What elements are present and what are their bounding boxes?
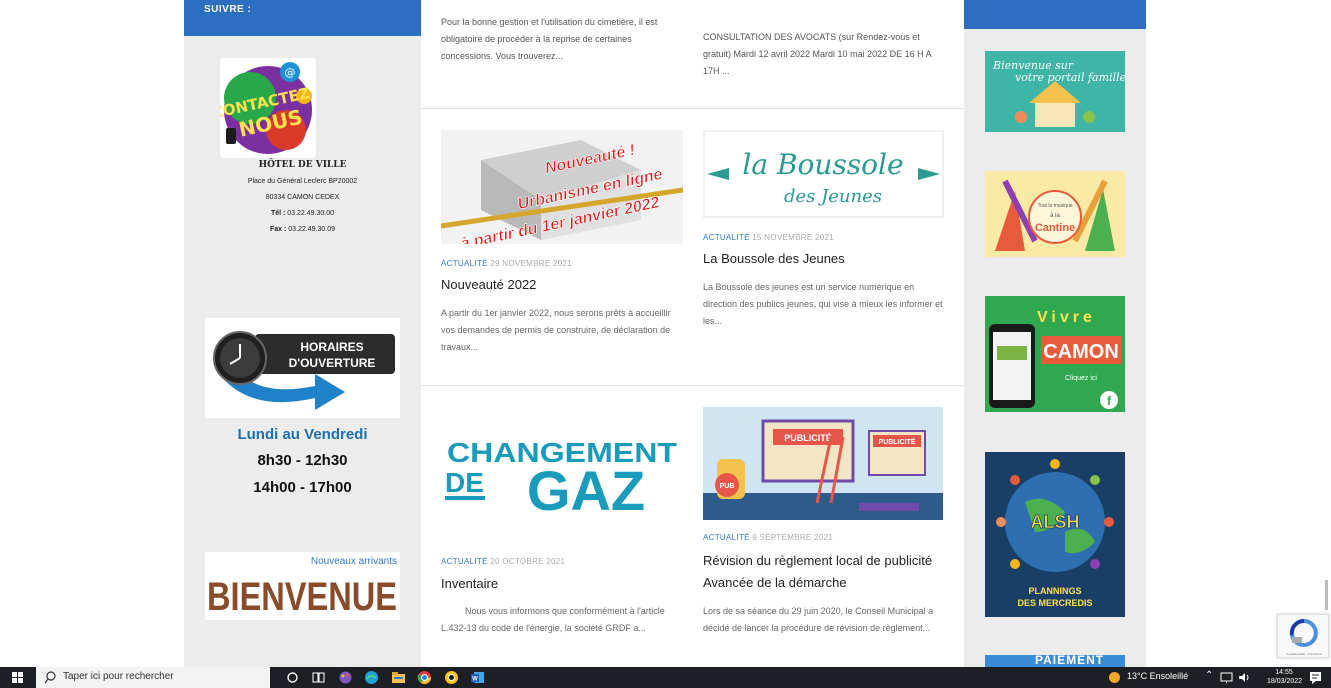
- cantine-line3: Cantine: [1035, 222, 1075, 234]
- article-excerpt: A partir du 1er janvier 2022, nous seron…: [441, 308, 671, 352]
- news-grid: Pour la bonne gestion et l'utilisation d…: [421, 0, 964, 667]
- chevron-up-icon[interactable]: ⌃: [1205, 670, 1213, 681]
- notifications-icon[interactable]: [1308, 670, 1323, 685]
- hotel-address-2: 80334 CAMON CEDEX: [265, 194, 340, 201]
- opening-days: Lundi au Vendredi: [237, 426, 368, 443]
- welcome-new-residents-banner[interactable]: Nouveaux arrivants BIENVENUE: [205, 552, 400, 620]
- camon-word: CAMON: [1043, 341, 1119, 363]
- search-icon: [44, 671, 56, 684]
- thumb-gaz-line3: GAZ: [527, 459, 645, 522]
- file-explorer-icon[interactable]: [391, 670, 406, 685]
- hotel-title: HÔTEL DE VILLE: [258, 160, 347, 170]
- follow-header: SUIVRE :: [184, 0, 421, 36]
- contact-us-logo[interactable]: @ CONTACTEZ NOUS: [220, 58, 316, 158]
- edge-icon[interactable]: [364, 670, 379, 685]
- page: SUIVRE : @ CONTACTEZ NOUS HÔTEL DE VILLE…: [0, 0, 1331, 688]
- article-title[interactable]: Inventaire: [441, 573, 686, 595]
- alsh-plannings-banner[interactable]: ALSH PLANNINGS DES MERCREDIS: [985, 452, 1125, 617]
- portal-line2: votre portail famille: [1015, 71, 1125, 84]
- chrome-canary-icon[interactable]: [444, 670, 459, 685]
- horaires-line2: D'OUVERTURE: [289, 356, 376, 370]
- row-divider: [421, 385, 964, 386]
- canteen-banner[interactable]: Tout la musique à la Cantine: [985, 171, 1125, 257]
- cantine-line2: à la: [1050, 213, 1060, 219]
- article-excerpt: Lors de sa séance du 29 juin 2020, le Co…: [703, 606, 934, 633]
- recaptcha-footer: Confidentialité - Conditions: [1286, 652, 1322, 656]
- payment-label: PAIEMENT: [1035, 655, 1105, 667]
- cemetery-snippet: Pour la bonne gestion et l'utilisation d…: [441, 17, 658, 61]
- article-thumb-boussole[interactable]: la Boussole des Jeunes: [703, 130, 944, 218]
- morning-hours: 8h30 - 12h30: [257, 452, 348, 469]
- hotel-fax: Fax : 03.22.49.30.09: [270, 226, 335, 233]
- clock-date: 18/03/2022: [1267, 678, 1303, 685]
- alsh-line2: DES MERCREDIS: [1017, 598, 1092, 608]
- article-category[interactable]: ACTUALITÉ: [703, 533, 750, 542]
- sun-icon[interactable]: [1108, 671, 1121, 684]
- hotel-tel: Tél : 03.22.49.30.00: [270, 210, 335, 217]
- article-category[interactable]: ACTUALITÉ: [703, 233, 750, 242]
- article-date: 9 SEPTEMBRE 2021: [752, 533, 834, 542]
- bienvenue-title: BIENVENUE: [207, 575, 397, 619]
- article-thumb-publicite[interactable]: PUBLICITÉ PUBLICITÉ PUB: [703, 407, 943, 520]
- thumb-boussole-line2: des Jeunes: [784, 186, 882, 207]
- thumb-gaz-line2: DE: [445, 467, 484, 498]
- svg-text:@: @: [285, 66, 296, 79]
- article-meta: ACTUALITÉ 20 OCTOBRE 2021: [441, 557, 565, 566]
- weather-text[interactable]: 13°C Ensoleillé: [1127, 671, 1188, 681]
- article-title[interactable]: Révision du règlement local de publicité…: [703, 550, 948, 594]
- left-sidebar: SUIVRE : @ CONTACTEZ NOUS HÔTEL DE VILLE…: [184, 0, 421, 667]
- alsh-line1: PLANNINGS: [1028, 586, 1081, 596]
- article-meta: ACTUALITÉ 15 NOVEMBRE 2021: [703, 233, 834, 242]
- article-date: 29 NOVEMBRE 2021: [490, 259, 572, 268]
- row-divider: [421, 108, 964, 109]
- volume-icon[interactable]: [1238, 671, 1251, 684]
- thumb-boussole-line1: la Boussole: [742, 148, 903, 181]
- taskbar-search[interactable]: Taper ici pour rechercher: [36, 667, 270, 688]
- bienvenue-subtitle: Nouveaux arrivants: [311, 556, 397, 567]
- article-category[interactable]: ACTUALITÉ: [441, 557, 488, 566]
- vivre-camon-banner[interactable]: Vivre CAMON Cliquez ici f: [985, 296, 1125, 412]
- task-view-icon[interactable]: [311, 670, 326, 685]
- payment-banner[interactable]: PAIEMENT: [985, 655, 1125, 667]
- cantine-line1: Tout la musique: [1037, 203, 1072, 209]
- thumb-pub-label: PUB: [720, 483, 735, 490]
- afternoon-hours: 14h00 - 17h00: [253, 479, 352, 496]
- windows-start-button[interactable]: [0, 667, 36, 688]
- alsh-title: ALSH: [1031, 512, 1080, 532]
- family-portal-banner[interactable]: Bienvenue sur votre portail famille: [985, 51, 1125, 132]
- article-meta: ACTUALITÉ 9 SEPTEMBRE 2021: [703, 533, 833, 542]
- article-category[interactable]: ACTUALITÉ: [441, 259, 488, 268]
- article-meta: ACTUALITÉ 29 NOVEMBRE 2021: [441, 259, 572, 268]
- hotel-address-1: Place du Général Leclerc BP20002: [247, 178, 358, 185]
- clock-time: 14:55: [1275, 669, 1293, 676]
- article-excerpt: La Boussole des jeunes est un service nu…: [703, 282, 943, 326]
- article-thumb-nouveaute[interactable]: Nouveauté ! Urbanisme en ligne à partir …: [441, 130, 683, 244]
- cortana-icon[interactable]: [285, 670, 300, 685]
- recaptcha-badge[interactable]: Confidentialité - Conditions: [1277, 614, 1329, 658]
- paint-icon[interactable]: [338, 670, 353, 685]
- search-placeholder: Taper ici pour rechercher: [63, 671, 174, 682]
- article-date: 20 OCTOBRE 2021: [490, 557, 566, 566]
- right-sidebar: Bienvenue sur votre portail famille Tout…: [964, 0, 1146, 667]
- article-title[interactable]: Nouveauté 2022: [441, 274, 686, 296]
- horaires-line1: HORAIRES: [300, 340, 363, 354]
- vivre-cta: Cliquez ici: [1065, 375, 1097, 382]
- scrollbar-thumb[interactable]: [1325, 580, 1328, 610]
- vivre-word: Vivre: [1037, 309, 1096, 326]
- system-clock[interactable]: 14:55 18/03/2022: [1267, 668, 1303, 686]
- right-sidebar-header: [964, 0, 1146, 29]
- article-date: 15 NOVEMBRE 2021: [752, 233, 834, 242]
- article-title[interactable]: La Boussole des Jeunes: [703, 248, 948, 270]
- opening-hours-banner[interactable]: HORAIRES D'OUVERTURE: [205, 318, 400, 418]
- network-icon[interactable]: [1220, 671, 1233, 684]
- svg-text:W: W: [472, 677, 478, 683]
- word-icon[interactable]: W: [470, 670, 485, 685]
- thumb-board1-label: PUBLICITÉ: [784, 433, 832, 443]
- windows-taskbar: Taper ici pour rechercher W 13°C Ensolei…: [0, 667, 1331, 688]
- article-thumb-gaz[interactable]: CHANGEMENT DE GAZ: [441, 424, 683, 524]
- thumb-board2-label: PUBLICITÉ: [879, 437, 916, 446]
- article-excerpt: Nous vous informons que conformément à l…: [441, 606, 665, 633]
- chrome-icon[interactable]: [417, 670, 432, 685]
- lawyers-snippet: CONSULTATION DES AVOCATS (sur Rendez-vou…: [703, 32, 932, 76]
